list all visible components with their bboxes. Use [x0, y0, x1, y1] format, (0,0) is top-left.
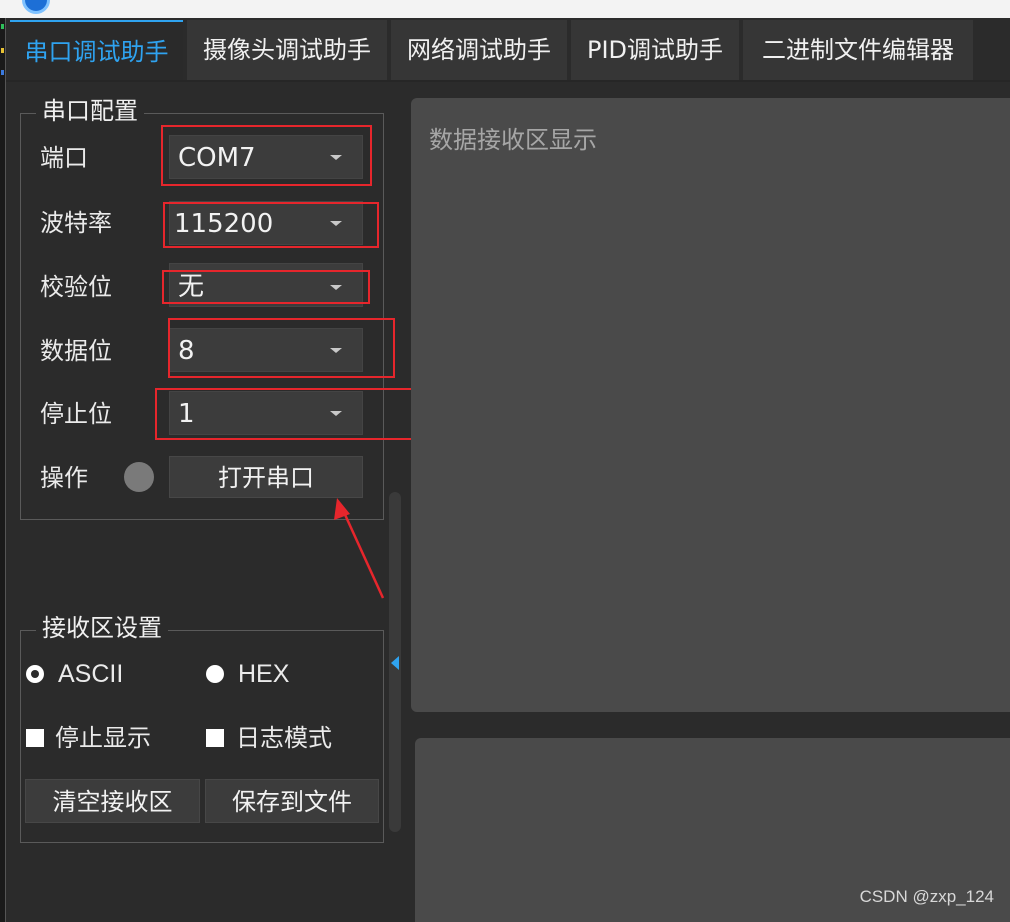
data-bits-label: 数据位: [40, 337, 112, 365]
baud-label: 波特率: [40, 209, 112, 237]
edge-blue-mark: [1, 70, 4, 75]
stop-display-label: 停止显示: [55, 724, 151, 752]
receive-settings-title: 接收区设置: [36, 613, 168, 643]
annotation-box-stop-bits: [155, 388, 413, 440]
log-mode-checkbox[interactable]: [206, 729, 224, 747]
serial-config-title: 串口配置: [36, 96, 144, 126]
annotation-box-baud: [163, 202, 379, 248]
annotation-arrow: [334, 498, 385, 599]
port-label: 端口: [40, 144, 88, 172]
tab-underline: [6, 80, 1010, 82]
tab-pid-debug[interactable]: PID调试助手: [571, 20, 739, 80]
tab-network-debug[interactable]: 网络调试助手: [391, 20, 567, 80]
stop-display-checkbox[interactable]: [26, 729, 44, 747]
operation-label: 操作: [40, 464, 88, 492]
annotation-box-data-bits: [168, 318, 395, 378]
left-window-edge: [0, 18, 6, 922]
save-to-file-button[interactable]: 保存到文件: [205, 779, 379, 823]
log-mode-label: 日志模式: [236, 724, 332, 752]
receive-area[interactable]: 数据接收区显示: [411, 98, 1010, 712]
ascii-radio[interactable]: [26, 665, 44, 683]
title-bar: [0, 0, 1010, 18]
hex-radio[interactable]: [206, 665, 224, 683]
stop-bits-label: 停止位: [40, 400, 112, 428]
annotation-box-parity: [162, 270, 370, 304]
edge-yellow-mark: [1, 48, 4, 53]
tab-camera-debug[interactable]: 摄像头调试助手: [187, 20, 387, 80]
watermark: CSDN @zxp_124: [859, 887, 994, 906]
collapse-left-icon[interactable]: [391, 656, 399, 670]
tab-binary-editor[interactable]: 二进制文件编辑器: [743, 20, 973, 80]
edge-green-mark: [1, 24, 4, 29]
clear-receive-button[interactable]: 清空接收区: [25, 779, 200, 823]
tab-serial-debug[interactable]: 串口调试助手: [10, 20, 183, 80]
hex-label: HEX: [238, 660, 290, 688]
parity-label: 校验位: [40, 273, 112, 301]
app-logo-icon: [22, 0, 50, 14]
annotation-box-port: [161, 125, 372, 186]
receive-area-placeholder: 数据接收区显示: [429, 126, 597, 154]
port-status-indicator: [124, 462, 154, 492]
ascii-label: ASCII: [58, 660, 124, 688]
